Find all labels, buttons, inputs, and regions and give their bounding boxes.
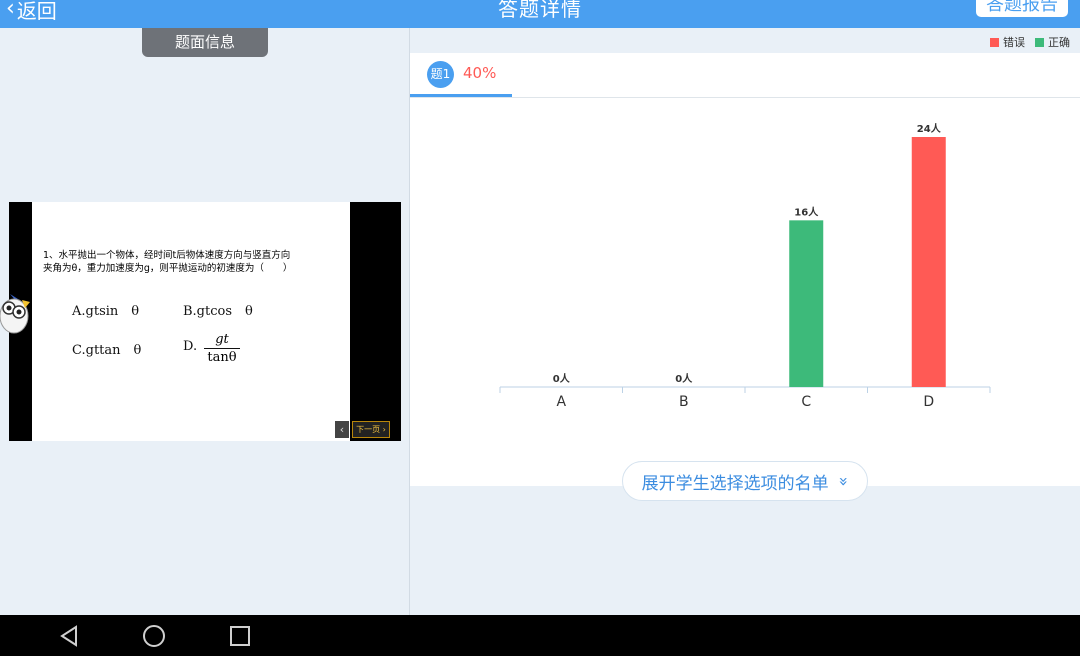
expand-label: 展开学生选择选项的名单: [641, 473, 829, 494]
question-tab-bar: 题1 40%: [410, 53, 1080, 98]
option-c: C.gttan θ: [72, 343, 142, 358]
bar-value-label-C: 16人: [794, 205, 819, 218]
question-info-tab[interactable]: 题面信息: [142, 28, 268, 57]
option-d-denominator: tanθ: [207, 350, 237, 365]
tab-question-1[interactable]: 题1 40%: [410, 53, 512, 97]
question-slide: 1、水平抛出一个物体，经时间t后物体速度方向与竖直方向 夹角为θ，重力加速度为g…: [9, 202, 401, 441]
expand-student-list-button[interactable]: 展开学生选择选项的名单 »: [622, 461, 868, 501]
legend-wrong: 错误: [990, 34, 1025, 50]
nav-back-icon[interactable]: [56, 623, 82, 649]
option-d-prefix: D.: [183, 339, 198, 354]
option-d-numerator: gt: [204, 332, 240, 349]
answer-card: 题1 40% 0人 A 0人 B 16人 C 24人 D: [410, 53, 1080, 486]
bar-value-label-B: 0人: [675, 372, 693, 385]
report-button[interactable]: 答题报告: [976, 0, 1068, 17]
nav-home-icon[interactable]: [141, 623, 167, 649]
correct-rate: 40%: [463, 64, 497, 82]
category-label-C: C: [801, 394, 811, 410]
bar-D[interactable]: [911, 137, 946, 387]
bar-C[interactable]: [789, 220, 824, 387]
question-text: 1、水平抛出一个物体，经时间t后物体速度方向与竖直方向 夹角为θ，重力加速度为g…: [43, 249, 343, 275]
question-line-2: 夹角为θ，重力加速度为g，则平抛运动的初速度为（ ）: [43, 263, 293, 274]
legend-correct-swatch: [1035, 37, 1044, 47]
option-d-fraction: gt tanθ: [204, 332, 240, 365]
legend: 错误 正确: [980, 34, 1070, 50]
double-chevron-down-icon: »: [833, 476, 853, 486]
option-a: A.gtsin θ: [72, 304, 140, 319]
bar-value-label-D: 24人: [917, 122, 942, 135]
mascot-icon[interactable]: [0, 290, 34, 336]
legend-correct-label: 正确: [1048, 36, 1070, 49]
next-page-button[interactable]: 下一页 ›: [352, 421, 390, 438]
top-bar: ‹ 返回 答题详情 答题报告: [0, 0, 1080, 28]
legend-wrong-label: 错误: [1003, 36, 1025, 49]
category-label-B: B: [679, 394, 689, 410]
option-b: B.gtcos θ: [183, 304, 253, 319]
category-label-A: A: [556, 394, 566, 410]
legend-correct: 正确: [1035, 34, 1070, 50]
question-badge: 题1: [427, 61, 454, 88]
answer-panel: 错误 正确 题1 40% 0人 A 0人 B 16人 C 24人 D 展开学生选择选项的名单 …: [410, 28, 1080, 615]
legend-wrong-swatch: [990, 37, 999, 47]
question-line-1: 1、水平抛出一个物体，经时间t后物体速度方向与竖直方向: [43, 250, 291, 261]
prev-page-button[interactable]: ‹: [335, 421, 349, 438]
bar-value-label-A: 0人: [553, 372, 571, 385]
slide-content: 1、水平抛出一个物体，经时间t后物体速度方向与竖直方向 夹角为θ，重力加速度为g…: [32, 202, 350, 441]
nav-recents-icon[interactable]: [227, 623, 253, 649]
question-panel: 题面信息 1、水平抛出一个物体，经时间t后物体速度方向与竖直方向 夹角为θ，重力…: [0, 28, 409, 615]
answer-bar-chart: 0人 A 0人 B 16人 C 24人 D: [499, 122, 991, 410]
system-nav-bar: [0, 615, 1080, 656]
category-label-D: D: [923, 394, 934, 410]
page-title: 答题详情: [498, 0, 582, 21]
